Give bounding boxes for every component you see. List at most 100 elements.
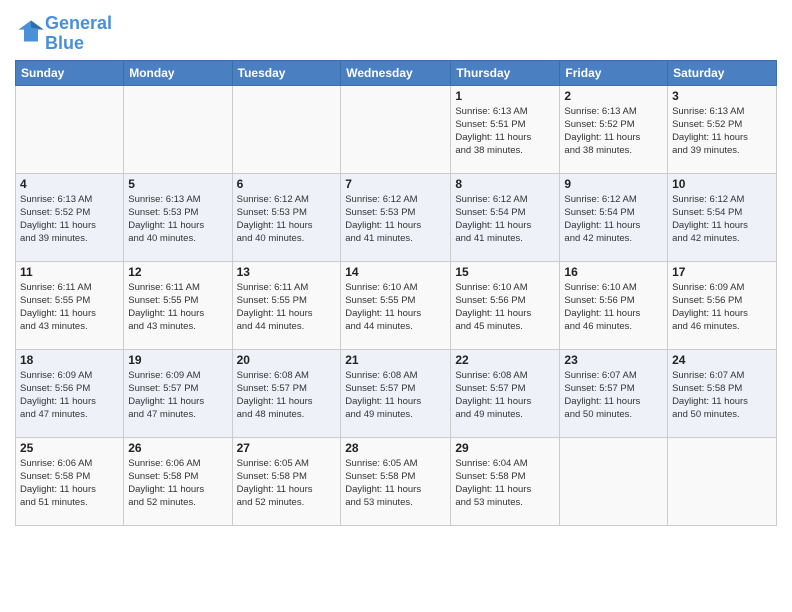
calendar-cell: 19 Sunrise: 6:09 AMSunset: 5:57 PMDayligh… (124, 349, 232, 437)
day-info: Sunrise: 6:10 AMSunset: 5:56 PMDaylight:… (455, 281, 555, 334)
header: General Blue (15, 10, 777, 54)
calendar-cell: 15 Sunrise: 6:10 AMSunset: 5:56 PMDayligh… (451, 261, 560, 349)
day-number: 26 (128, 441, 227, 455)
header-saturday: Saturday (668, 60, 777, 85)
calendar-cell: 18 Sunrise: 6:09 AMSunset: 5:56 PMDayligh… (16, 349, 124, 437)
calendar-header-row: SundayMondayTuesdayWednesdayThursdayFrid… (16, 60, 777, 85)
header-sunday: Sunday (16, 60, 124, 85)
day-info: Sunrise: 6:12 AMSunset: 5:53 PMDaylight:… (345, 193, 446, 246)
day-info: Sunrise: 6:09 AMSunset: 5:56 PMDaylight:… (20, 369, 119, 422)
calendar-cell: 9Sunrise: 6:12 AMSunset: 5:54 PMDaylight… (560, 173, 668, 261)
day-number: 6 (237, 177, 337, 191)
day-number: 7 (345, 177, 446, 191)
calendar-cell: 29 Sunrise: 6:04 AMSunset: 5:58 PMDayligh… (451, 437, 560, 525)
day-info: Sunrise: 6:13 AMSunset: 5:52 PMDaylight:… (672, 105, 772, 158)
calendar-cell: 4 Sunrise: 6:13 AMSunset: 5:52 PMDaylight… (16, 173, 124, 261)
day-info: Sunrise: 6:11 AMSunset: 5:55 PMDaylight:… (20, 281, 119, 334)
calendar-cell (560, 437, 668, 525)
logo: General Blue (15, 14, 112, 54)
calendar-cell (232, 85, 341, 173)
day-info: Sunrise: 6:10 AMSunset: 5:56 PMDaylight:… (564, 281, 663, 334)
calendar-cell: 27 Sunrise: 6:05 AMSunset: 5:58 PMDayligh… (232, 437, 341, 525)
day-number: 18 (20, 353, 119, 367)
calendar-week-0: 1 Sunrise: 6:13 AMSunset: 5:51 PMDaylight… (16, 85, 777, 173)
calendar-week-2: 11Sunrise: 6:11 AMSunset: 5:55 PMDayligh… (16, 261, 777, 349)
calendar-cell (668, 437, 777, 525)
day-info: Sunrise: 6:07 AMSunset: 5:57 PMDaylight:… (564, 369, 663, 422)
calendar-cell: 11Sunrise: 6:11 AMSunset: 5:55 PMDayligh… (16, 261, 124, 349)
day-info: Sunrise: 6:12 AMSunset: 5:54 PMDaylight:… (672, 193, 772, 246)
logo-text: General Blue (45, 14, 112, 54)
calendar-cell: 25Sunrise: 6:06 AMSunset: 5:58 PMDayligh… (16, 437, 124, 525)
calendar-cell: 20 Sunrise: 6:08 AMSunset: 5:57 PMDayligh… (232, 349, 341, 437)
day-info: Sunrise: 6:08 AMSunset: 5:57 PMDaylight:… (455, 369, 555, 422)
day-number: 15 (455, 265, 555, 279)
day-number: 8 (455, 177, 555, 191)
header-friday: Friday (560, 60, 668, 85)
calendar-week-1: 4 Sunrise: 6:13 AMSunset: 5:52 PMDaylight… (16, 173, 777, 261)
header-thursday: Thursday (451, 60, 560, 85)
day-number: 21 (345, 353, 446, 367)
day-number: 27 (237, 441, 337, 455)
calendar-cell: 7 Sunrise: 6:12 AMSunset: 5:53 PMDaylight… (341, 173, 451, 261)
header-tuesday: Tuesday (232, 60, 341, 85)
calendar-cell: 13 Sunrise: 6:11 AMSunset: 5:55 PMDayligh… (232, 261, 341, 349)
day-number: 28 (345, 441, 446, 455)
day-number: 23 (564, 353, 663, 367)
day-number: 17 (672, 265, 772, 279)
calendar-cell: 5Sunrise: 6:13 AMSunset: 5:53 PMDaylight… (124, 173, 232, 261)
day-number: 12 (128, 265, 227, 279)
calendar-cell: 22Sunrise: 6:08 AMSunset: 5:57 PMDayligh… (451, 349, 560, 437)
day-number: 16 (564, 265, 663, 279)
day-info: Sunrise: 6:13 AMSunset: 5:51 PMDaylight:… (455, 105, 555, 158)
calendar-cell: 1 Sunrise: 6:13 AMSunset: 5:51 PMDaylight… (451, 85, 560, 173)
header-monday: Monday (124, 60, 232, 85)
page: General Blue SundayMondayTuesdayWednesda… (0, 0, 792, 536)
day-info: Sunrise: 6:08 AMSunset: 5:57 PMDaylight:… (237, 369, 337, 422)
day-number: 20 (237, 353, 337, 367)
day-number: 19 (128, 353, 227, 367)
calendar-cell: 16 Sunrise: 6:10 AMSunset: 5:56 PMDayligh… (560, 261, 668, 349)
calendar-cell: 17 Sunrise: 6:09 AMSunset: 5:56 PMDayligh… (668, 261, 777, 349)
day-info: Sunrise: 6:11 AMSunset: 5:55 PMDaylight:… (128, 281, 227, 334)
day-number: 29 (455, 441, 555, 455)
day-number: 5 (128, 177, 227, 191)
day-info: Sunrise: 6:12 AMSunset: 5:54 PMDaylight:… (455, 193, 555, 246)
calendar-cell: 2 Sunrise: 6:13 AMSunset: 5:52 PMDaylight… (560, 85, 668, 173)
calendar-cell (124, 85, 232, 173)
calendar-cell (16, 85, 124, 173)
calendar-cell: 12 Sunrise: 6:11 AMSunset: 5:55 PMDayligh… (124, 261, 232, 349)
day-info: Sunrise: 6:07 AMSunset: 5:58 PMDaylight:… (672, 369, 772, 422)
calendar-cell: 23 Sunrise: 6:07 AMSunset: 5:57 PMDayligh… (560, 349, 668, 437)
day-number: 25 (20, 441, 119, 455)
calendar-cell: 28Sunrise: 6:05 AMSunset: 5:58 PMDayligh… (341, 437, 451, 525)
day-info: Sunrise: 6:06 AMSunset: 5:58 PMDaylight:… (128, 457, 227, 510)
day-info: Sunrise: 6:09 AMSunset: 5:57 PMDaylight:… (128, 369, 227, 422)
day-number: 13 (237, 265, 337, 279)
day-info: Sunrise: 6:10 AMSunset: 5:55 PMDaylight:… (345, 281, 446, 334)
calendar-cell (341, 85, 451, 173)
day-info: Sunrise: 6:05 AMSunset: 5:58 PMDaylight:… (237, 457, 337, 510)
calendar-cell: 8 Sunrise: 6:12 AMSunset: 5:54 PMDaylight… (451, 173, 560, 261)
calendar-cell: 3Sunrise: 6:13 AMSunset: 5:52 PMDaylight… (668, 85, 777, 173)
day-number: 24 (672, 353, 772, 367)
calendar-cell: 10Sunrise: 6:12 AMSunset: 5:54 PMDayligh… (668, 173, 777, 261)
header-wednesday: Wednesday (341, 60, 451, 85)
day-number: 9 (564, 177, 663, 191)
day-number: 2 (564, 89, 663, 103)
calendar-table: SundayMondayTuesdayWednesdayThursdayFrid… (15, 60, 777, 526)
calendar-cell: 6 Sunrise: 6:12 AMSunset: 5:53 PMDaylight… (232, 173, 341, 261)
calendar-cell: 14 Sunrise: 6:10 AMSunset: 5:55 PMDayligh… (341, 261, 451, 349)
calendar-week-3: 18 Sunrise: 6:09 AMSunset: 5:56 PMDayligh… (16, 349, 777, 437)
day-info: Sunrise: 6:12 AMSunset: 5:53 PMDaylight:… (237, 193, 337, 246)
day-info: Sunrise: 6:08 AMSunset: 5:57 PMDaylight:… (345, 369, 446, 422)
day-number: 1 (455, 89, 555, 103)
day-info: Sunrise: 6:13 AMSunset: 5:52 PMDaylight:… (564, 105, 663, 158)
day-number: 14 (345, 265, 446, 279)
day-info: Sunrise: 6:11 AMSunset: 5:55 PMDaylight:… (237, 281, 337, 334)
day-info: Sunrise: 6:04 AMSunset: 5:58 PMDaylight:… (455, 457, 555, 510)
day-number: 4 (20, 177, 119, 191)
day-info: Sunrise: 6:09 AMSunset: 5:56 PMDaylight:… (672, 281, 772, 334)
calendar-cell: 21 Sunrise: 6:08 AMSunset: 5:57 PMDayligh… (341, 349, 451, 437)
day-info: Sunrise: 6:13 AMSunset: 5:52 PMDaylight:… (20, 193, 119, 246)
